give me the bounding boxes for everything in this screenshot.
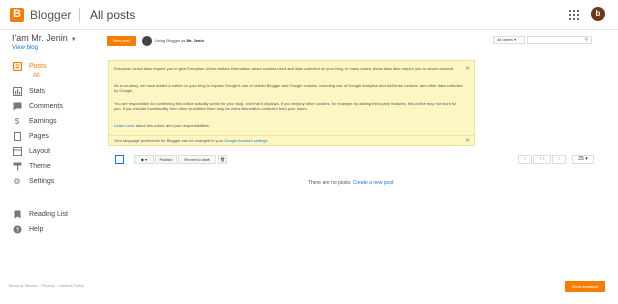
chevron-right-icon: › [542,156,545,162]
language-notice: Your language preference for Blogger can… [108,135,475,146]
close-icon[interactable]: ✕ [465,137,470,144]
chevron-right-icon: › [558,156,560,162]
notice-learn-more: Learn more about this notice and your re… [114,123,464,128]
empty-state: There are no posts. Create a new post [308,180,393,186]
sidebar-sub-all[interactable]: All [33,73,40,79]
select-all-checkbox[interactable] [115,155,124,164]
reading-list-icon [12,209,22,219]
theme-icon [12,161,22,171]
search-input[interactable]: ⚲ [527,36,592,44]
delete-button[interactable]: 🗑 [218,155,227,164]
sidebar: I'am Mr. Jenin ▼ View blog Posts All Stat… [0,30,90,304]
language-notice-text: Your language preference for Blogger can… [114,138,268,143]
stats-icon [12,86,22,96]
cookie-notice: ✕ European Union laws require you to giv… [108,60,475,146]
sidebar-item-label: Posts [29,62,47,70]
chevron-down-icon: ▾ [145,157,148,162]
trash-icon: 🗑 [219,157,226,162]
revert-to-draft-button[interactable]: Revert to draft [178,155,216,164]
sidebar-item-label: Reading List [29,210,68,218]
chevron-down-icon: ▾ [585,156,588,162]
using-prefix: Using Blogger as [155,38,186,43]
search-icon: ⚲ [584,37,588,43]
sidebar-item-label: Settings [29,177,55,185]
posts-icon [12,61,22,71]
sidebar-item-label: Comments [29,102,63,110]
create-new-post-link[interactable]: Create a new post [353,180,394,186]
sidebar-item-comments[interactable]: Comments [12,100,92,112]
comments-icon [12,101,22,111]
pages-icon [12,131,22,141]
page-title: All posts [90,8,136,22]
user-avatar [142,36,152,46]
using-user-name: Mr. Jenin [186,38,204,43]
settings-icon: ⚙ [13,176,21,186]
notice-paragraph-2: As a courtesy, we have added a notice on… [114,83,463,93]
sidebar-item-theme[interactable]: Theme [12,160,92,172]
labels-filter-label: All labels [497,37,514,42]
help-icon: ? [12,224,22,234]
page-size-dropdown[interactable]: 25 ▾ [572,155,594,164]
blog-selector[interactable]: I'am Mr. Jenin ▼ [12,33,77,43]
sidebar-item-settings[interactable]: ⚙ Settings [12,175,92,187]
empty-text: There are no posts. [308,180,352,186]
close-icon[interactable]: ✕ [465,65,470,72]
chevron-left-icon: ‹ [524,156,526,162]
sidebar-item-reading-list[interactable]: Reading List [12,208,92,220]
sidebar-item-pages[interactable]: Pages [12,130,92,142]
chevron-left-icon: ‹ [539,156,542,162]
sidebar-item-label: Layout [29,147,51,155]
sidebar-item-label: Pages [29,132,49,140]
chevron-down-icon: ▾ [514,37,517,42]
posts-toolbar: ◆ ▾ Publish Revert to draft 🗑 ‹ ‹ › › 25… [108,154,594,166]
top-bar: B Blogger All posts b [0,0,618,30]
page-size-value: 25 [578,156,584,162]
new-post-button[interactable]: New post [107,36,136,46]
prev-page-button[interactable]: ‹ [518,155,532,164]
send-feedback-button[interactable]: Send feedback [565,281,605,292]
brand-name[interactable]: Blogger [30,8,71,22]
sidebar-item-label: Stats [29,87,45,95]
page-select[interactable]: ‹ › [533,155,551,164]
sidebar-item-posts[interactable]: Posts [12,60,92,72]
language-notice-prefix: Your language preference for Blogger can… [114,138,224,143]
account-avatar[interactable]: b [591,7,605,21]
apps-grid-icon[interactable] [569,10,579,20]
label-menu-button[interactable]: ◆ ▾ [134,155,154,164]
notice-paragraph-3: You are responsible for confirming this … [114,101,457,111]
sidebar-item-label: Earnings [29,117,57,125]
next-page-button[interactable]: › [552,155,566,164]
footer-links[interactable]: Terms of Service · Privacy · Content Pol… [8,283,84,288]
blogger-logo-icon[interactable]: B [10,8,24,22]
learn-more-link[interactable]: Learn more [114,123,134,128]
chevron-down-icon: ▼ [70,37,77,43]
notice-paragraph-1: European Union laws require you to give … [114,66,455,71]
learn-more-rest: about this notice and your responsibilit… [135,123,210,128]
layout-icon [12,146,22,156]
sidebar-item-label: Theme [29,162,51,170]
labels-filter-dropdown[interactable]: All labels ▾ [493,36,525,44]
label-icon: ◆ [140,157,144,162]
earnings-icon: $ [14,116,20,126]
publish-button[interactable]: Publish [155,155,177,164]
header-divider [79,8,80,23]
sidebar-item-earnings[interactable]: $ Earnings [12,115,92,127]
using-blogger-as: Using Blogger as Mr. Jenin [155,38,204,43]
blog-name: I'am Mr. Jenin [12,33,68,43]
sidebar-item-stats[interactable]: Stats [12,85,92,97]
sidebar-item-label: Help [29,225,44,233]
sidebar-item-layout[interactable]: Layout [12,145,92,157]
sidebar-item-help[interactable]: ? Help [12,223,92,235]
google-account-settings-link[interactable]: Google Account settings [224,138,267,143]
view-blog-link[interactable]: View blog [12,45,38,51]
